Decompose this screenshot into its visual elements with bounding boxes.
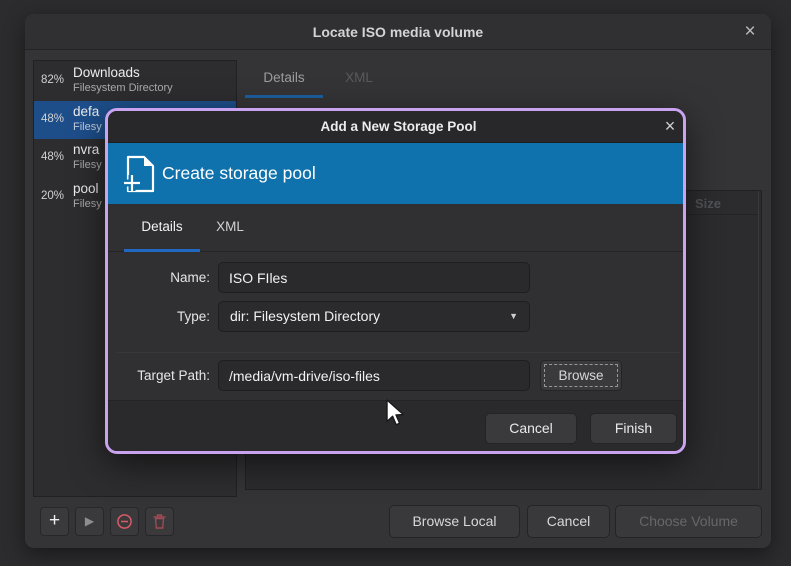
pool-usage-percent: 48% (41, 113, 64, 125)
desktop-background: Locate ISO media volume × 82% Downloads … (0, 0, 791, 566)
dialog-tab-details[interactable]: Details (124, 204, 200, 252)
browse-label: Browse (558, 368, 603, 383)
window-titlebar[interactable]: Locate ISO media volume × (25, 14, 771, 50)
start-pool-button[interactable]: ▶ (75, 507, 104, 536)
plus-icon: + (41, 508, 68, 534)
type-dropdown[interactable]: dir: Filesystem Directory ▼ (218, 301, 530, 332)
dialog-cancel-label: Cancel (509, 420, 553, 436)
browse-local-label: Browse Local (412, 513, 496, 529)
play-icon: ▶ (76, 508, 103, 535)
pool-type: Filesy (73, 121, 102, 133)
dialog-titlebar[interactable]: Add a New Storage Pool × (108, 111, 686, 143)
dialog-tab-xml[interactable]: XML (202, 204, 258, 252)
circle-minus-icon (111, 508, 138, 535)
banner-title: Create storage pool (162, 143, 316, 204)
pool-usage-percent: 82% (41, 74, 64, 86)
dialog-cancel-button[interactable]: Cancel (485, 413, 577, 444)
pool-usage-percent: 20% (41, 190, 64, 202)
pool-name: defa (73, 104, 99, 119)
form-separator (117, 352, 680, 353)
target-path-label: Target Path: (108, 360, 210, 391)
tab-xml-label: XML (345, 70, 373, 85)
dialog-tab-xml-label: XML (216, 219, 244, 234)
window-cancel-button[interactable]: Cancel (527, 505, 610, 538)
dialog-title: Add a New Storage Pool (108, 111, 686, 142)
type-dropdown-value: dir: Filesystem Directory (230, 302, 380, 331)
type-label: Type: (108, 301, 210, 332)
dialog-banner: Create storage pool (108, 143, 686, 204)
name-label: Name: (108, 262, 210, 293)
pool-type: Filesy (73, 198, 102, 210)
table-column-divider (758, 191, 759, 489)
target-path-input[interactable] (218, 360, 530, 391)
pool-detail-tabs: Details XML (245, 60, 762, 98)
name-input[interactable] (218, 262, 530, 293)
window-cancel-label: Cancel (547, 513, 591, 529)
pool-type: Filesystem Directory (73, 82, 173, 94)
pool-name: pool (73, 181, 99, 196)
active-tab-underline (245, 95, 323, 98)
dialog-close-icon[interactable]: × (659, 116, 681, 138)
stop-pool-button[interactable] (110, 507, 139, 536)
browse-local-button[interactable]: Browse Local (389, 505, 520, 538)
dialog-finish-button[interactable]: Finish (590, 413, 677, 444)
delete-pool-button[interactable] (145, 507, 174, 536)
tab-details-label: Details (263, 70, 304, 85)
tab-xml[interactable]: XML (323, 60, 395, 98)
window-title: Locate ISO media volume (25, 14, 771, 50)
pool-name: nvra (73, 142, 99, 157)
window-close-icon[interactable]: × (739, 22, 761, 44)
pool-name: Downloads (73, 65, 140, 80)
pool-usage-percent: 48% (41, 151, 64, 163)
trash-icon (146, 508, 173, 535)
choose-volume-button: Choose Volume (615, 505, 762, 538)
new-document-plus-icon (121, 154, 157, 199)
size-column-header[interactable]: Size (695, 196, 721, 211)
add-storage-pool-dialog: Add a New Storage Pool × Create storage … (105, 108, 686, 454)
add-pool-button[interactable]: + (40, 507, 69, 536)
choose-volume-label: Choose Volume (639, 513, 738, 529)
dialog-tab-details-label: Details (141, 219, 182, 234)
browse-button[interactable]: Browse (540, 360, 622, 391)
dialog-active-tab-underline (124, 249, 200, 252)
pool-list-item[interactable]: 82% Downloads Filesystem Directory (34, 62, 236, 100)
tab-details[interactable]: Details (245, 60, 323, 98)
dialog-finish-label: Finish (615, 420, 652, 436)
chevron-down-icon: ▼ (509, 302, 518, 331)
pool-type: Filesy (73, 159, 102, 171)
dialog-tabs: Details XML (108, 204, 686, 252)
